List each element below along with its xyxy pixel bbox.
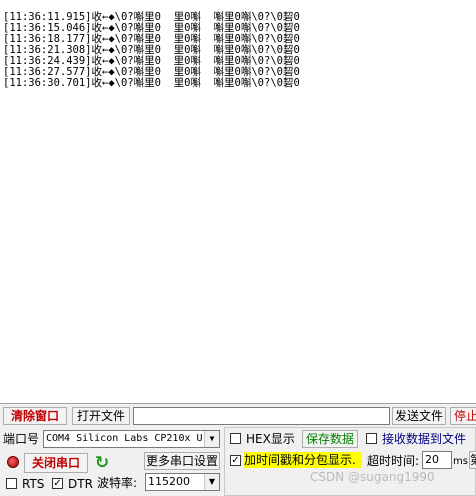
hex-display-label: HEX显示: [246, 432, 295, 446]
port-select[interactable]: COM4 Silicon Labs CP210x U ▼: [43, 430, 220, 448]
port-select-value: COM4 Silicon Labs CP210x U: [46, 433, 203, 444]
timestamp-checkbox[interactable]: ✓: [230, 455, 241, 466]
hex-display-checkbox[interactable]: [230, 433, 241, 444]
baud-rate-label: 波特率:: [97, 476, 138, 490]
port-label: 端口号: [3, 432, 40, 446]
rts-label: RTS: [22, 477, 45, 491]
send-file-button[interactable]: 发送文件: [392, 407, 446, 425]
stop-button[interactable]: 停止: [450, 407, 476, 425]
chevron-down-icon: ▼: [204, 474, 219, 490]
timeout-input[interactable]: 20: [422, 451, 452, 469]
timeout-unit-label: ms: [453, 456, 468, 467]
timestamp-label: 加时间戳和分包显示.: [244, 452, 362, 468]
chevron-down-icon: ▼: [204, 431, 219, 447]
baud-rate-select[interactable]: 115200 ▼: [145, 473, 220, 491]
recv-to-file-checkbox[interactable]: [366, 433, 377, 444]
timeout-label: 超时时间:: [367, 454, 420, 468]
recv-to-file-label: 接收数据到文件: [382, 432, 467, 446]
cut-field[interactable]: 第: [469, 451, 476, 469]
baud-rate-value: 115200: [148, 475, 190, 488]
save-data-button[interactable]: 保存数据: [302, 430, 358, 448]
more-port-settings-button[interactable]: 更多串口设置: [144, 452, 220, 470]
dtr-checkbox[interactable]: ✓: [52, 478, 63, 489]
clear-window-button[interactable]: 清除窗口: [3, 407, 67, 425]
open-file-button[interactable]: 打开文件: [72, 407, 130, 425]
rts-checkbox[interactable]: [6, 478, 17, 489]
close-port-button[interactable]: 关闭串口: [24, 453, 88, 473]
file-path-input[interactable]: [133, 407, 390, 425]
log-line: [11:36:30.701]收←◆\0?嘝里0 里0嘝 嘝里0嘝\0?\0䂮0: [3, 77, 300, 89]
dtr-label: DTR: [68, 477, 93, 491]
receive-log-area[interactable]: [11:36:11.915]收←◆\0?嘝里0 里0嘝 嘝里0嘝\0?\0䂮0[…: [0, 0, 476, 404]
refresh-icon[interactable]: ↻: [93, 453, 111, 473]
watermark: CSDN @sugang1990: [310, 470, 435, 484]
port-status-indicator-icon: [7, 456, 19, 468]
